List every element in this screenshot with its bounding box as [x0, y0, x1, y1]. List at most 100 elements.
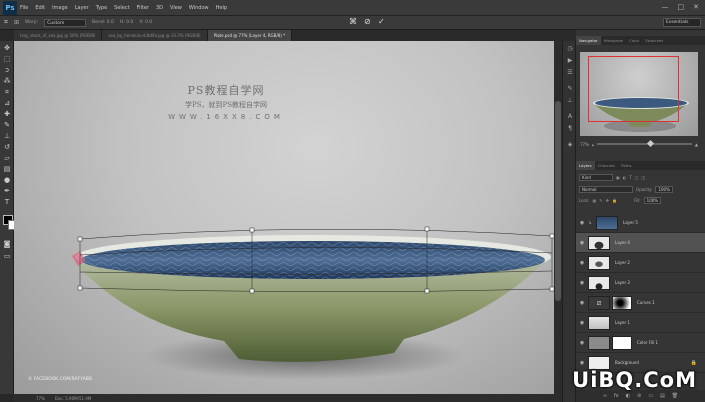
menu-view[interactable]: View: [170, 5, 182, 11]
brush-tool-icon[interactable]: ✎: [2, 120, 12, 130]
type-tool-icon[interactable]: T: [2, 197, 12, 207]
add-mask-icon[interactable]: ⊘: [637, 393, 641, 399]
layer-row[interactable]: ◉ Color Fill 1: [576, 333, 705, 353]
warp-mode-icon[interactable]: ⌘: [349, 17, 357, 26]
commit-transform-button[interactable]: ✓: [378, 17, 385, 26]
tab-navigator[interactable]: Navigator: [576, 36, 601, 45]
visibility-eye-icon[interactable]: ◉: [576, 300, 588, 306]
delete-layer-icon[interactable]: 🗑: [672, 393, 678, 399]
canvas-vertical-scrollbar[interactable]: [554, 41, 562, 394]
zoom-percent[interactable]: 77%: [580, 142, 589, 147]
new-layer-icon[interactable]: ▤: [660, 393, 665, 399]
visibility-eye-icon[interactable]: ◉: [576, 340, 588, 346]
menu-layer[interactable]: Layer: [75, 5, 89, 11]
zoom-level[interactable]: 77%: [36, 396, 45, 401]
filter-adjust-icon[interactable]: ◐: [623, 175, 627, 180]
tab-channels[interactable]: Channels: [595, 161, 619, 170]
adjustment-layer-icon[interactable]: ◐: [626, 393, 630, 399]
quick-mask-icon[interactable]: ◙: [2, 239, 12, 249]
visibility-eye-icon[interactable]: ◉: [576, 280, 588, 286]
layer-kind-filter[interactable]: Kind: [579, 173, 613, 181]
clone-source-panel-icon[interactable]: ⊥: [566, 97, 574, 105]
maximize-icon[interactable]: □: [678, 3, 685, 11]
properties-panel-icon[interactable]: ☰: [566, 69, 574, 77]
menu-filter[interactable]: Filter: [137, 5, 149, 11]
filter-smart-icon[interactable]: ◫: [642, 175, 646, 180]
opacity-input[interactable]: 100%: [655, 185, 673, 193]
layer-name[interactable]: Color Fill 1: [637, 340, 658, 345]
menu-window[interactable]: Window: [189, 5, 209, 11]
layer-name[interactable]: Layer 4: [615, 240, 630, 245]
menu-help[interactable]: Help: [216, 5, 227, 11]
marquee-tool-icon[interactable]: ⬚: [2, 54, 12, 64]
clone-stamp-tool-icon[interactable]: ⊥: [2, 131, 12, 141]
warp-style-select[interactable]: Custom: [44, 18, 87, 27]
cancel-transform-button[interactable]: ⊘: [364, 17, 371, 26]
zoom-out-icon[interactable]: ▴: [592, 142, 594, 147]
layer-name[interactable]: Layer 5: [623, 220, 638, 225]
layer-name[interactable]: Background: [615, 360, 639, 365]
bend-value[interactable]: Bend: 0.0: [92, 20, 114, 25]
zoom-slider[interactable]: [596, 139, 692, 148]
navigator-view-box[interactable]: [588, 56, 679, 122]
fill-input[interactable]: 100%: [643, 196, 662, 204]
tab-swatches[interactable]: Swatches: [642, 36, 666, 45]
gradient-tool-icon[interactable]: ▤: [2, 164, 12, 174]
tab-plate[interactable]: Plate.psd @ 77% (Layer 4, RGB/8) *: [207, 30, 293, 41]
pen-tool-icon[interactable]: ✒: [2, 186, 12, 196]
eraser-tool-icon[interactable]: ▱: [2, 153, 12, 163]
layer-row[interactable]: ◉ Layer 3: [576, 273, 705, 293]
new-group-icon[interactable]: ▭: [648, 393, 653, 399]
menu-image[interactable]: Image: [52, 5, 68, 11]
zoom-slider-handle[interactable]: [647, 139, 655, 148]
menu-3d[interactable]: 3D: [156, 5, 163, 11]
lasso-tool-icon[interactable]: ↄ: [2, 65, 12, 75]
workspace-select[interactable]: Essentials: [663, 18, 701, 27]
move-tool-icon[interactable]: ✥: [2, 43, 12, 53]
close-icon[interactable]: ✕: [693, 3, 699, 11]
layer-row[interactable]: ◉ ↳ Layer 5: [576, 213, 705, 233]
filter-pixel-icon[interactable]: ▣: [616, 175, 620, 180]
zoom-in-icon[interactable]: ▲: [695, 142, 698, 147]
quick-select-tool-icon[interactable]: ⁂: [2, 76, 12, 86]
filter-shape-icon[interactable]: ▢: [635, 175, 639, 180]
link-layers-icon[interactable]: ∞: [603, 393, 607, 399]
screen-mode-icon[interactable]: ▭: [2, 251, 12, 261]
lock-all-icon[interactable]: 🔒: [612, 198, 617, 203]
visibility-eye-icon[interactable]: ◉: [576, 220, 588, 226]
3d-panel-icon[interactable]: ◈: [566, 141, 574, 149]
menu-file[interactable]: File: [20, 5, 28, 11]
tab-tray-stock[interactable]: tray_stock_of_sea.jpg @ 50% (RGB/8): [14, 30, 103, 41]
lock-paint-icon[interactable]: ✎: [599, 198, 602, 203]
layer-name[interactable]: Layer 1: [615, 320, 630, 325]
menu-type[interactable]: Type: [96, 5, 107, 11]
history-panel-icon[interactable]: ◷: [566, 45, 574, 53]
eyedropper-tool-icon[interactable]: ⊿: [2, 98, 12, 108]
v-distortion-value[interactable]: V: 0.0: [139, 20, 152, 25]
blend-mode-select[interactable]: Normal: [579, 185, 633, 193]
lock-move-icon[interactable]: ✥: [606, 198, 609, 203]
history-brush-tool-icon[interactable]: ↺: [2, 142, 12, 152]
layer-name[interactable]: Layer 3: [615, 280, 630, 285]
layer-row[interactable]: ◉ Layer 2: [576, 253, 705, 273]
layer-row[interactable]: ◉ Layer 1: [576, 313, 705, 333]
menu-edit[interactable]: Edit: [35, 5, 45, 11]
dodge-tool-icon[interactable]: ●: [2, 175, 12, 185]
h-distortion-value[interactable]: H: 0.0: [120, 20, 134, 25]
scrollbar-thumb[interactable]: [555, 101, 561, 301]
layer-name[interactable]: Layer 2: [615, 260, 630, 265]
tab-sea-honolulu[interactable]: sea_by_honolulu-d3b6fa.jpg @ 33.3% (RGB/…: [102, 30, 208, 41]
grid-toggle-icon[interactable]: ⊞: [14, 19, 19, 26]
navigator-preview[interactable]: [580, 52, 698, 136]
actions-panel-icon[interactable]: ▶: [566, 57, 574, 65]
character-panel-icon[interactable]: A: [566, 113, 574, 121]
visibility-eye-icon[interactable]: ◉: [576, 240, 588, 246]
filter-type-icon[interactable]: T: [629, 175, 631, 180]
visibility-eye-icon[interactable]: ◉: [576, 320, 588, 326]
layer-name[interactable]: Curves 1: [637, 300, 655, 305]
tab-histogram[interactable]: Histogram: [601, 36, 627, 45]
paragraph-panel-icon[interactable]: ¶: [566, 125, 574, 133]
healing-brush-tool-icon[interactable]: ✚: [2, 109, 12, 119]
layer-row[interactable]: ◉ ⧄ Curves 1: [576, 293, 705, 313]
layer-style-icon[interactable]: fx: [614, 393, 619, 399]
